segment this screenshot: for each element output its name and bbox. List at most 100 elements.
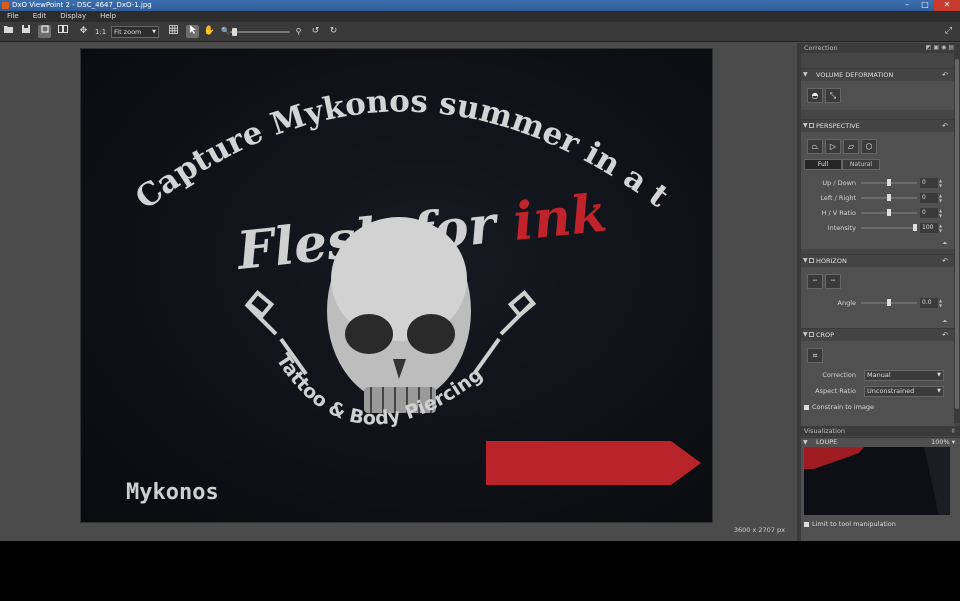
hv-ratio-row: H / V Ratio 0 ▲ ▼: [801, 207, 954, 219]
correction-value: Manual: [867, 371, 891, 379]
cylindrical-icon[interactable]: ◓: [807, 88, 823, 103]
left-right-value[interactable]: 0: [920, 193, 938, 203]
save-icon[interactable]: [19, 25, 32, 38]
collapse-triangle-icon[interactable]: ▼: [803, 121, 808, 131]
hv-ratio-value[interactable]: 0: [920, 208, 938, 218]
constrain-checkbox[interactable]: [804, 405, 809, 410]
visualization-title: Visualization: [804, 427, 846, 435]
reset-icon[interactable]: ↶: [942, 120, 948, 132]
up-down-row: Up / Down 0 ▲ ▼: [801, 177, 954, 189]
hv-ratio-label: H / V Ratio: [821, 209, 856, 217]
loupe-title: LOUPE: [816, 438, 838, 446]
angle-value[interactable]: 0.0: [920, 298, 938, 308]
spinner-icon[interactable]: ▲ ▼: [939, 193, 942, 203]
rectangle-icon[interactable]: ▱: [843, 139, 859, 154]
minimize-button[interactable]: –: [898, 0, 916, 11]
spinner-icon[interactable]: ▲ ▼: [939, 208, 942, 218]
zoom-slider-handle[interactable]: [232, 28, 237, 36]
aspect-ratio-label: Aspect Ratio: [815, 387, 856, 395]
volume-deformation-header[interactable]: ▼ VOLUME DEFORMATION ↶: [801, 69, 954, 81]
horizon-header[interactable]: ▼ HORIZON ↶: [801, 255, 954, 267]
compare-view-icon[interactable]: [56, 25, 69, 38]
expand-icon[interactable]: ⇳: [951, 426, 956, 436]
image-viewer[interactable]: Capture Mykonos summer in a tattoo Flesh…: [0, 43, 797, 541]
intensity-slider[interactable]: [861, 224, 917, 231]
fullscreen-icon[interactable]: ⤢: [942, 25, 955, 38]
slider-handle[interactable]: [913, 224, 917, 231]
slider-handle[interactable]: [887, 209, 891, 216]
volume-deformation-title: VOLUME DEFORMATION: [816, 71, 894, 79]
menu-file[interactable]: File: [0, 11, 26, 22]
visualization-header[interactable]: Visualization ⇳: [801, 426, 960, 436]
loupe-preview-image: [804, 447, 950, 515]
grid-icon[interactable]: [167, 25, 180, 38]
horizon-manual-icon[interactable]: ꟷ: [825, 274, 841, 289]
one-to-one-button[interactable]: 1:1: [95, 26, 106, 38]
zoom-icon[interactable]: ⚲: [292, 25, 305, 38]
mode-natural-toggle[interactable]: Natural: [842, 159, 880, 170]
collapse-triangle-icon[interactable]: ▼: [803, 256, 808, 266]
tattoo-machine-right: [472, 290, 537, 376]
zoom-mode-select[interactable]: Fit zoom ▼: [111, 26, 159, 38]
photo-canvas[interactable]: Capture Mykonos summer in a tattoo Flesh…: [80, 48, 713, 523]
scrollbar-thumb[interactable]: [955, 59, 959, 409]
panel-scrollbar[interactable]: [954, 53, 960, 423]
aspect-ratio-value: Unconstrained: [867, 387, 915, 395]
vertical-perspective-icon[interactable]: ⏢: [807, 139, 823, 154]
loupe-preview[interactable]: [804, 447, 950, 515]
hv-ratio-slider[interactable]: [861, 209, 917, 216]
perspective-header[interactable]: ▼ PERSPECTIVE ↶: [801, 120, 954, 132]
intensity-value[interactable]: 100: [920, 223, 938, 233]
spinner-icon[interactable]: ▲ ▼: [939, 178, 942, 188]
section-enabled-icon[interactable]: [809, 123, 814, 128]
slider-handle[interactable]: [887, 179, 891, 186]
section-enabled-icon[interactable]: [809, 332, 814, 337]
select-tool-icon[interactable]: [186, 25, 199, 38]
collapse-triangle-icon[interactable]: ▼: [803, 439, 808, 447]
hand-tool-icon[interactable]: ✋: [203, 25, 216, 38]
crop-header[interactable]: ▼ CROP ↶: [801, 329, 954, 341]
angle-slider[interactable]: [861, 299, 917, 306]
move-icon[interactable]: ✥: [77, 25, 90, 38]
spinner-icon[interactable]: ▲ ▼: [939, 223, 942, 233]
loupe-header[interactable]: ▼ LOUPE 100% ▾: [801, 438, 960, 447]
correction-dropdown[interactable]: Manual ▼: [864, 370, 944, 381]
up-down-value[interactable]: 0: [920, 178, 938, 188]
menu-display[interactable]: Display: [53, 11, 93, 22]
rotate-left-icon[interactable]: ↺: [309, 25, 322, 38]
eight-point-icon[interactable]: ⬡: [861, 139, 877, 154]
reset-icon[interactable]: ↶: [942, 69, 948, 81]
angle-row: Angle 0.0 ▲ ▼: [801, 297, 954, 309]
folder-open-icon[interactable]: [2, 25, 15, 38]
rotate-right-icon[interactable]: ↻: [327, 25, 340, 38]
up-down-slider[interactable]: [861, 179, 917, 186]
loupe-zoom[interactable]: 100% ▾: [931, 438, 955, 447]
slider-handle[interactable]: [887, 299, 891, 306]
menu-edit[interactable]: Edit: [26, 11, 54, 22]
crop-tool-icon[interactable]: ⌗: [807, 348, 823, 363]
collapse-triangle-icon[interactable]: ▼: [803, 70, 808, 80]
crop-section: ▼ CROP ↶ ⌗ Correction Manual ▼ Aspect Ra…: [801, 328, 954, 426]
left-right-slider[interactable]: [861, 194, 917, 201]
horizon-auto-icon[interactable]: ꟷ: [807, 274, 823, 289]
spinner-icon[interactable]: ▲ ▼: [939, 298, 942, 308]
perspective-title: PERSPECTIVE: [816, 122, 860, 130]
collapse-up-icon[interactable]: ⏶: [942, 318, 947, 326]
limit-checkbox[interactable]: [804, 522, 809, 527]
menu-help[interactable]: Help: [93, 11, 123, 22]
panel-options-icon[interactable]: ◩▣◉▤: [926, 43, 956, 53]
diagonal-icon[interactable]: ⤡: [825, 88, 841, 103]
collapse-up-icon[interactable]: ⏶: [942, 240, 947, 248]
mode-full-toggle[interactable]: Full: [804, 159, 842, 170]
reset-icon[interactable]: ↶: [942, 255, 948, 267]
section-enabled-icon[interactable]: [809, 258, 814, 263]
zoom-slider[interactable]: [230, 28, 290, 36]
horizontal-perspective-icon[interactable]: ▷: [825, 139, 841, 154]
collapse-triangle-icon[interactable]: ▼: [803, 330, 808, 340]
single-view-icon[interactable]: [38, 25, 51, 38]
aspect-ratio-dropdown[interactable]: Unconstrained ▼: [864, 386, 944, 397]
reset-icon[interactable]: ↶: [942, 329, 948, 341]
maximize-button[interactable]: □: [916, 0, 934, 11]
slider-handle[interactable]: [887, 194, 891, 201]
close-button[interactable]: ✕: [934, 0, 960, 11]
